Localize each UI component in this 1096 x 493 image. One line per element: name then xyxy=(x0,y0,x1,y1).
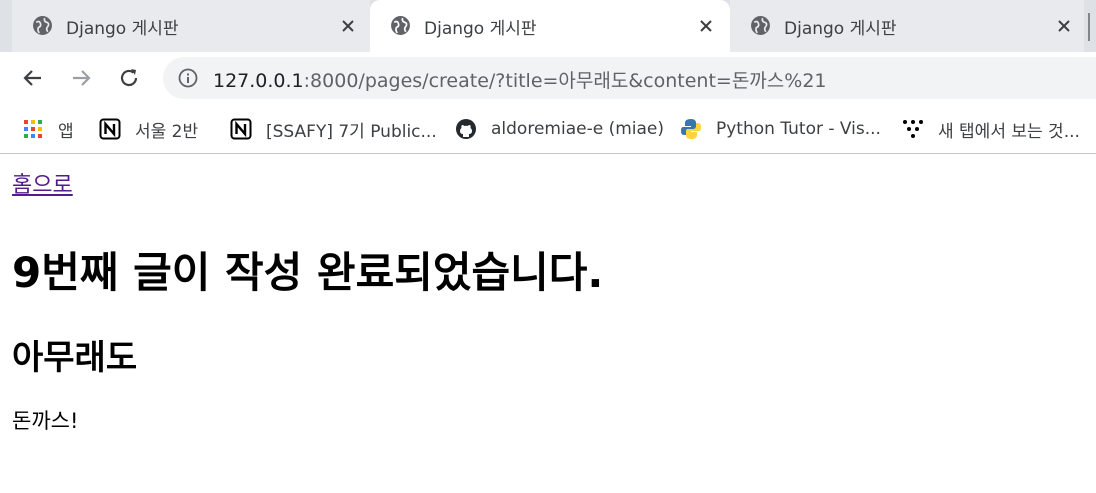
globe-icon xyxy=(32,15,53,36)
tab-3[interactable]: Django 게시판 xyxy=(730,0,1084,52)
bookmark-label: aldoremiae-e (miae) xyxy=(491,119,664,139)
info-icon[interactable] xyxy=(178,68,198,88)
bookmark-label: 새 탭에서 보는 것... xyxy=(938,121,1080,142)
page-content: 홈으로 9번째 글이 작성 완료되었습니다. 아무래도 돈까스! xyxy=(0,155,1096,493)
bookmark-label: 서울 2반 xyxy=(135,121,199,142)
close-icon[interactable] xyxy=(1054,16,1074,36)
url-path: :8000/pages/create/?title=아무래도&content=돈… xyxy=(303,70,827,92)
home-link[interactable]: 홈으로 xyxy=(12,167,73,199)
bookmarks-bar: 앱 서울 2반 [SSAFY] 7기 Public... aldoremiae-… xyxy=(0,104,1096,154)
tab-title: Django 게시판 xyxy=(424,19,537,39)
reload-icon[interactable] xyxy=(115,64,143,92)
globe-icon xyxy=(750,15,771,36)
url-text[interactable]: 127.0.0.1:8000/pages/create/?title=아무래도&… xyxy=(213,66,827,93)
tab-title: Django 게시판 xyxy=(66,19,179,39)
bookmark-label: [SSAFY] 7기 Public... xyxy=(266,121,437,142)
close-icon[interactable] xyxy=(696,16,716,36)
close-icon[interactable] xyxy=(338,16,358,36)
bookmark-github[interactable]: aldoremiae-e (miae) xyxy=(455,114,664,144)
completion-heading: 9번째 글이 작성 완료되었습니다. xyxy=(12,248,604,297)
browser-toolbar: 127.0.0.1:8000/pages/create/?title=아무래도&… xyxy=(0,52,1096,104)
url-host: 127.0.0.1 xyxy=(213,70,304,92)
forward-arrow-icon[interactable] xyxy=(67,64,95,92)
tab-2-active[interactable]: Django 게시판 xyxy=(370,0,730,52)
notion-icon xyxy=(230,118,252,140)
post-content: 돈까스! xyxy=(12,409,79,433)
tab-separator xyxy=(1088,13,1090,41)
address-bar[interactable]: 127.0.0.1:8000/pages/create/?title=아무래도&… xyxy=(163,57,1096,99)
notion-icon xyxy=(99,118,121,140)
bookmark-label: Python Tutor - Vis... xyxy=(716,119,881,139)
python-icon xyxy=(680,118,702,140)
tab-1[interactable]: Django 게시판 xyxy=(12,0,370,52)
bookmark-ssafy[interactable]: [SSAFY] 7기 Public... xyxy=(230,114,437,144)
bookmark-seoul-2[interactable]: 서울 2반 xyxy=(99,114,198,144)
bookmark-python-tutor[interactable]: Python Tutor - Vis... xyxy=(680,114,881,144)
bookmark-apps[interactable]: 앱 xyxy=(22,114,74,144)
post-title: 아무래도 xyxy=(12,338,138,378)
bookmark-new-tab-feed[interactable]: 새 탭에서 보는 것... xyxy=(902,114,1080,144)
github-icon xyxy=(455,118,477,140)
dots-tree-icon xyxy=(902,118,924,140)
globe-icon xyxy=(390,15,411,36)
back-arrow-icon[interactable] xyxy=(19,64,47,92)
tab-strip: Django 게시판 Django 게시판 Django 게시판 xyxy=(0,0,1096,52)
bookmark-label: 앱 xyxy=(58,121,74,142)
tab-title: Django 게시판 xyxy=(784,19,897,39)
apps-grid-icon xyxy=(22,118,44,140)
